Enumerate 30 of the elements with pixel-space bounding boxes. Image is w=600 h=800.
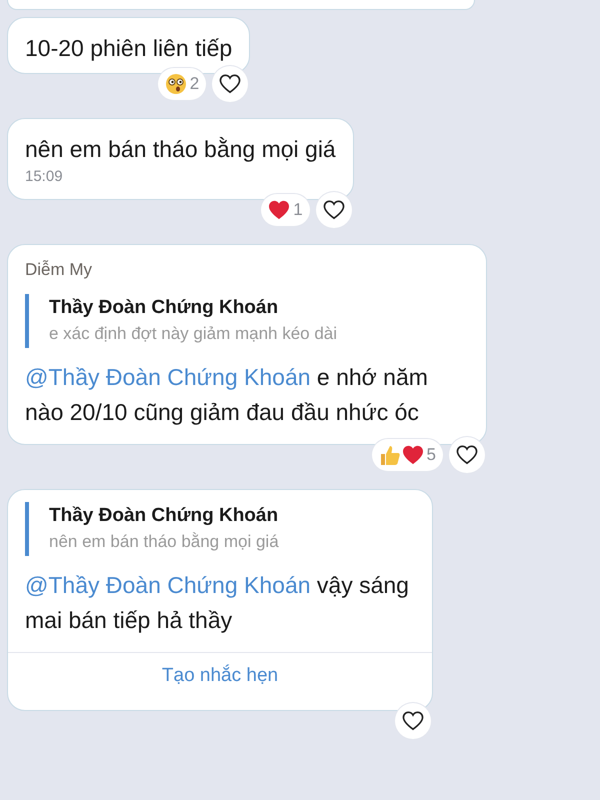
heart-icon bbox=[402, 711, 424, 731]
message-text: @Thầy Đoàn Chứng Khoán vậy sáng mai bán tiếp hả thầy bbox=[25, 571, 410, 635]
quoted-message[interactable]: Thầy Đoàn Chứng Khoán e xác định đợt này giảm mạnh kéo dài bbox=[25, 294, 469, 348]
heart-icon bbox=[402, 445, 424, 465]
reaction-count[interactable]: 1 bbox=[261, 194, 310, 226]
count-text: 2 bbox=[190, 73, 200, 96]
quoted-author: Thầy Đoàn Chứng Khoán bbox=[49, 296, 280, 320]
timestamp: 15:09 bbox=[25, 167, 64, 187]
count-text: 1 bbox=[293, 198, 303, 221]
heart-icon bbox=[322, 200, 345, 220]
react-button[interactable] bbox=[316, 192, 352, 228]
sender-name: Diễm My bbox=[25, 258, 94, 280]
message-text: 10-20 phiên liên tiếp bbox=[25, 34, 232, 63]
heart-icon bbox=[268, 200, 290, 220]
quoted-text: e xác định đợt này giảm mạnh kéo dài bbox=[49, 323, 338, 345]
quoted-text: nên em bán tháo bằng mọi giá bbox=[49, 531, 280, 553]
count-text: 5 bbox=[426, 444, 436, 466]
message-text: @Thầy Đoàn Chứng Khoán e nhớ năm nào 20/10 cũng giảm đau đầu nhức óc bbox=[25, 363, 429, 427]
heart-icon bbox=[219, 74, 242, 94]
quoted-author: Thầy Đoàn Chứng Khoán bbox=[49, 504, 280, 528]
react-button[interactable] bbox=[212, 66, 248, 102]
react-button[interactable] bbox=[449, 437, 485, 473]
reaction-count[interactable]: 2 bbox=[158, 68, 206, 100]
heart-icon bbox=[456, 445, 478, 465]
react-button[interactable] bbox=[395, 703, 431, 739]
surprised-face-icon bbox=[164, 73, 187, 95]
quoted-message[interactable]: Thầy Đoàn Chứng Khoán nên em bán tháo bằng mọi giá bbox=[25, 502, 415, 556]
reaction-count[interactable]: 5 bbox=[372, 439, 443, 471]
thumbs-up-icon bbox=[378, 444, 401, 466]
message-text: nên em bán tháo bằng mọi giá bbox=[25, 135, 336, 164]
